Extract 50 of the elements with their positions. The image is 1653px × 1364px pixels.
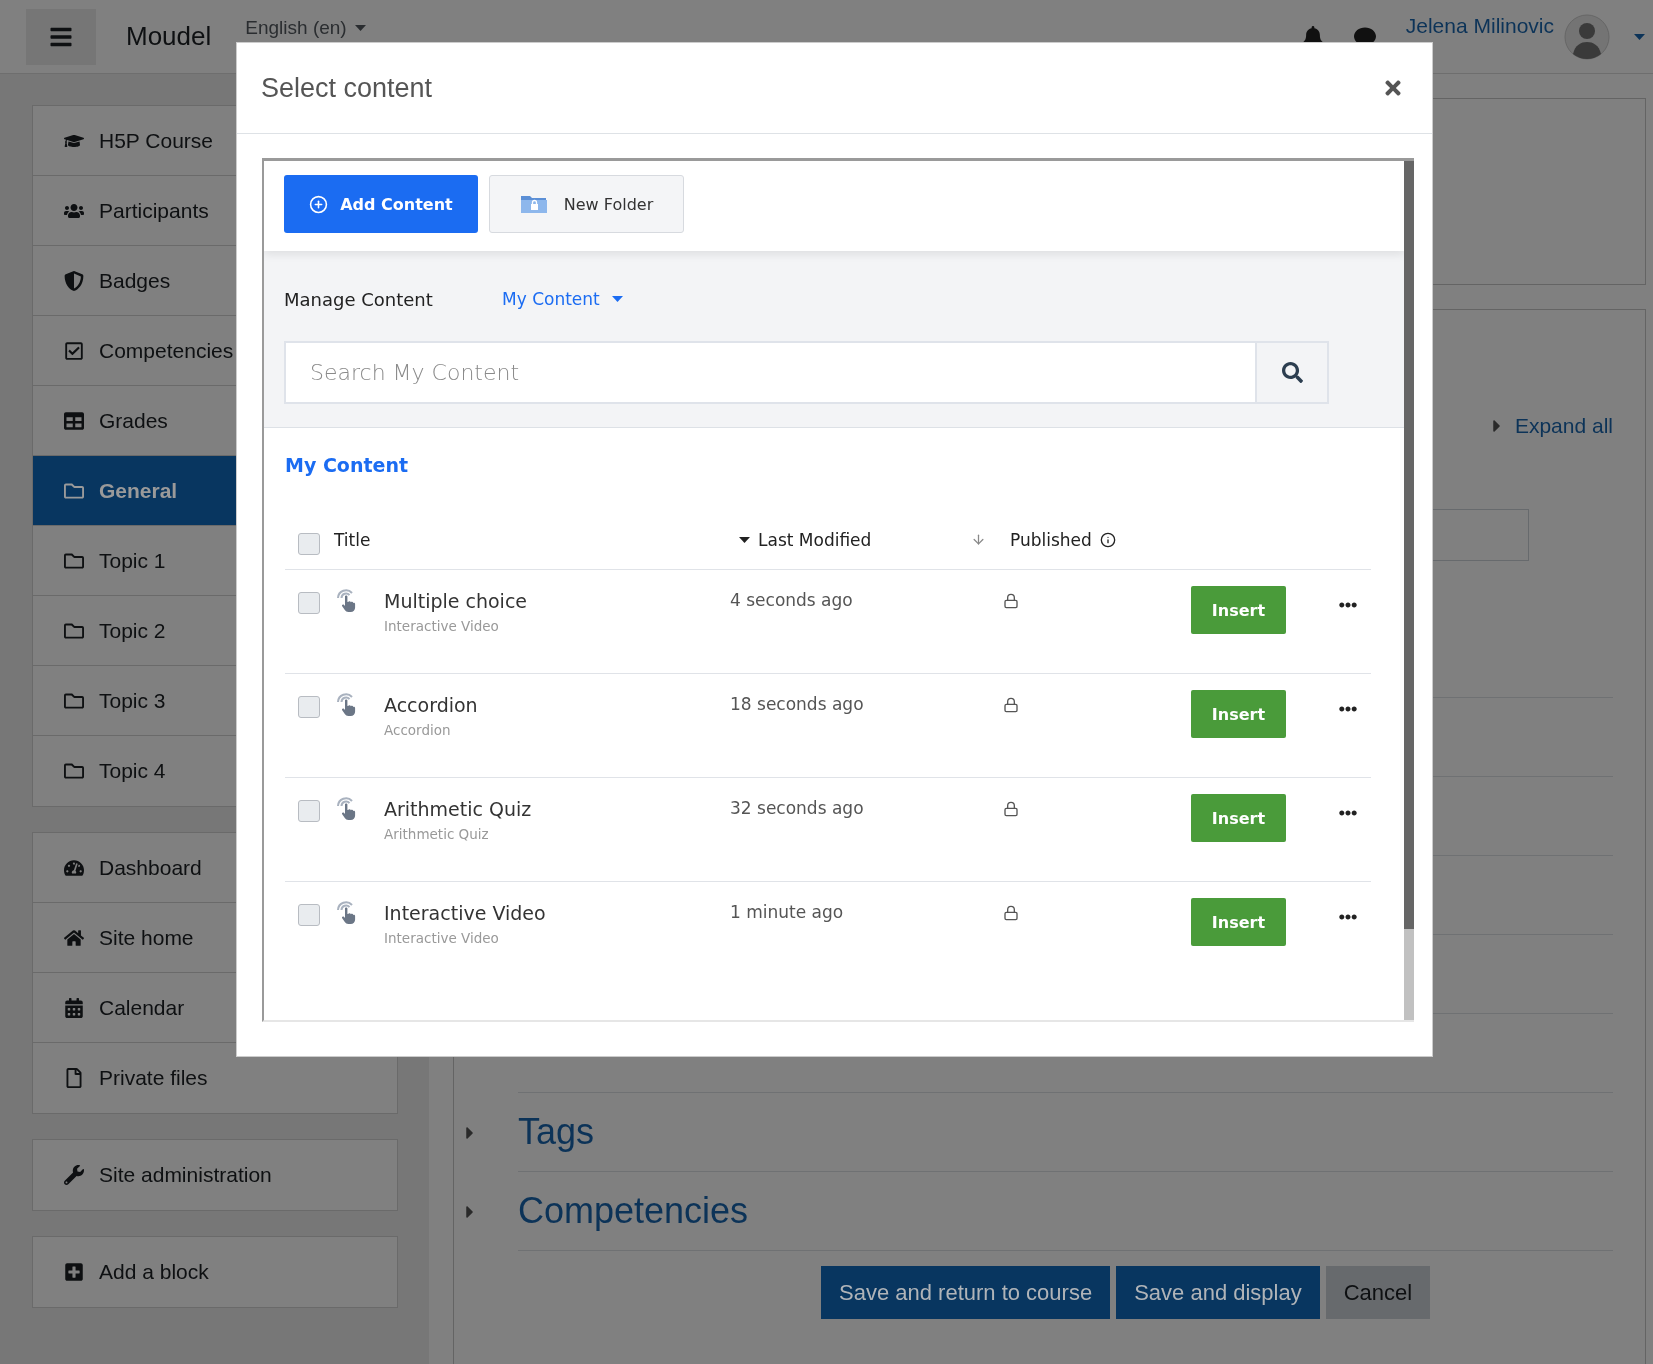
modified-time: 1 minute ago — [730, 902, 844, 924]
caret-icon — [611, 296, 623, 302]
expand-all-link[interactable]: Expand all — [1486, 411, 1613, 441]
checkbox[interactable] — [298, 592, 320, 614]
modified-time: 18 seconds ago — [730, 694, 864, 716]
home-icon — [63, 927, 85, 948]
insert-button[interactable]: Insert — [1191, 690, 1286, 738]
calendar-icon — [63, 997, 85, 1018]
caret-icon — [354, 25, 366, 31]
modal-title: Select content — [261, 72, 433, 104]
column-header[interactable]: Title — [334, 529, 371, 550]
caret-icon[interactable] — [1634, 33, 1645, 40]
section-heading[interactable]: Tags — [518, 1111, 595, 1153]
insert-button[interactable]: Insert — [1191, 898, 1286, 946]
checkbox-icon — [63, 340, 85, 361]
folder-icon — [63, 761, 85, 781]
column-header[interactable]: Last Modified — [739, 529, 872, 550]
wrench-icon — [63, 1165, 85, 1185]
checkbox[interactable] — [298, 800, 320, 822]
dashboard-icon — [63, 857, 85, 878]
cancel-button[interactable]: Cancel — [1325, 1266, 1431, 1319]
column-header[interactable]: Published — [971, 529, 1116, 550]
checkbox[interactable] — [298, 696, 320, 718]
add-content-button[interactable]: Add Content — [284, 175, 478, 233]
new-folder-button[interactable]: New Folder — [489, 175, 684, 233]
insert-button[interactable]: Insert — [1191, 794, 1286, 842]
user-name[interactable]: Jelena Milinovic — [1405, 14, 1554, 38]
avatar-icon[interactable] — [1564, 13, 1610, 60]
language-menu[interactable]: English (en) — [245, 17, 366, 39]
search-field[interactable]: Search My Content — [284, 341, 1257, 404]
site-brand: Moudel — [126, 21, 212, 52]
table-icon — [63, 410, 85, 431]
insert-button[interactable]: Insert — [1191, 586, 1286, 634]
search-icon — [1281, 362, 1303, 383]
checkbox[interactable] — [298, 532, 320, 555]
info-icon — [1099, 531, 1116, 548]
search-button[interactable] — [1257, 341, 1329, 404]
modified-time: 32 seconds ago — [730, 798, 864, 820]
section-heading[interactable]: Competencies — [518, 1190, 749, 1232]
content-source-dropdown[interactable]: My Content — [502, 289, 623, 309]
save-button[interactable]: Save and return to course — [821, 1266, 1111, 1319]
arrow-down-icon — [971, 532, 986, 547]
caret-icon — [739, 536, 750, 543]
menu-button[interactable] — [26, 8, 96, 65]
plus-circle-icon — [309, 194, 329, 214]
save-button[interactable]: Save and display — [1116, 1266, 1320, 1319]
shield-icon — [63, 270, 85, 291]
folder-icon — [519, 193, 548, 215]
checkbox[interactable] — [298, 904, 320, 926]
modified-time: 4 seconds ago — [730, 590, 853, 612]
